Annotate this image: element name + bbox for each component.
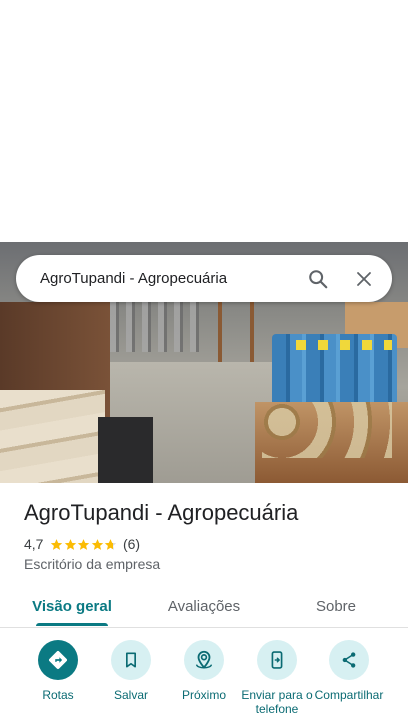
send-to-phone-label: Enviar para o telefone [241, 688, 313, 716]
save-label: Salvar [113, 688, 148, 702]
place-category: Escritório da empresa [24, 556, 161, 572]
blank-area [0, 0, 408, 242]
share-icon [342, 652, 356, 668]
send-to-phone-icon [271, 651, 283, 669]
rating-value: 4,7 [24, 536, 44, 552]
star-icon [51, 538, 63, 550]
close-icon[interactable] [344, 259, 384, 299]
share-label: Compartilhar [314, 688, 384, 702]
star-icon [64, 538, 77, 550]
directions-icon [49, 651, 67, 669]
directions-button[interactable]: Rotas [21, 640, 95, 702]
save-button[interactable]: Salvar [94, 640, 168, 702]
tab-bar: Visão geral Avaliações Sobre [0, 587, 408, 628]
nearby-label: Próximo [181, 688, 226, 702]
directions-label: Rotas [42, 688, 74, 702]
tab-about[interactable]: Sobre [272, 587, 400, 625]
search-input[interactable]: AgroTupandi - Agropecuária [40, 270, 298, 287]
review-count[interactable]: (6) [123, 536, 140, 552]
star-icon [78, 538, 90, 550]
search-bar[interactable]: AgroTupandi - Agropecuária [16, 255, 392, 302]
nearby-button[interactable]: Próximo [167, 640, 241, 702]
active-tab-indicator [36, 623, 108, 626]
tab-overview[interactable]: Visão geral [0, 587, 144, 625]
star-rating [50, 538, 118, 551]
place-title: AgroTupandi - Agropecuária [24, 500, 299, 525]
bookmark-icon [126, 652, 136, 668]
nearby-icon [195, 650, 213, 669]
send-to-phone-button[interactable]: Enviar para o telefone [240, 640, 314, 716]
tab-reviews[interactable]: Avaliações [136, 587, 272, 625]
action-bar: Rotas Salvar Próximo Enviar para o telef… [0, 640, 408, 726]
search-icon[interactable] [298, 259, 338, 299]
half-star-icon [105, 538, 117, 550]
star-icon [91, 538, 104, 550]
share-button[interactable]: Compartilhar [312, 640, 386, 702]
rating-row[interactable]: 4,7 (6) [24, 536, 140, 552]
